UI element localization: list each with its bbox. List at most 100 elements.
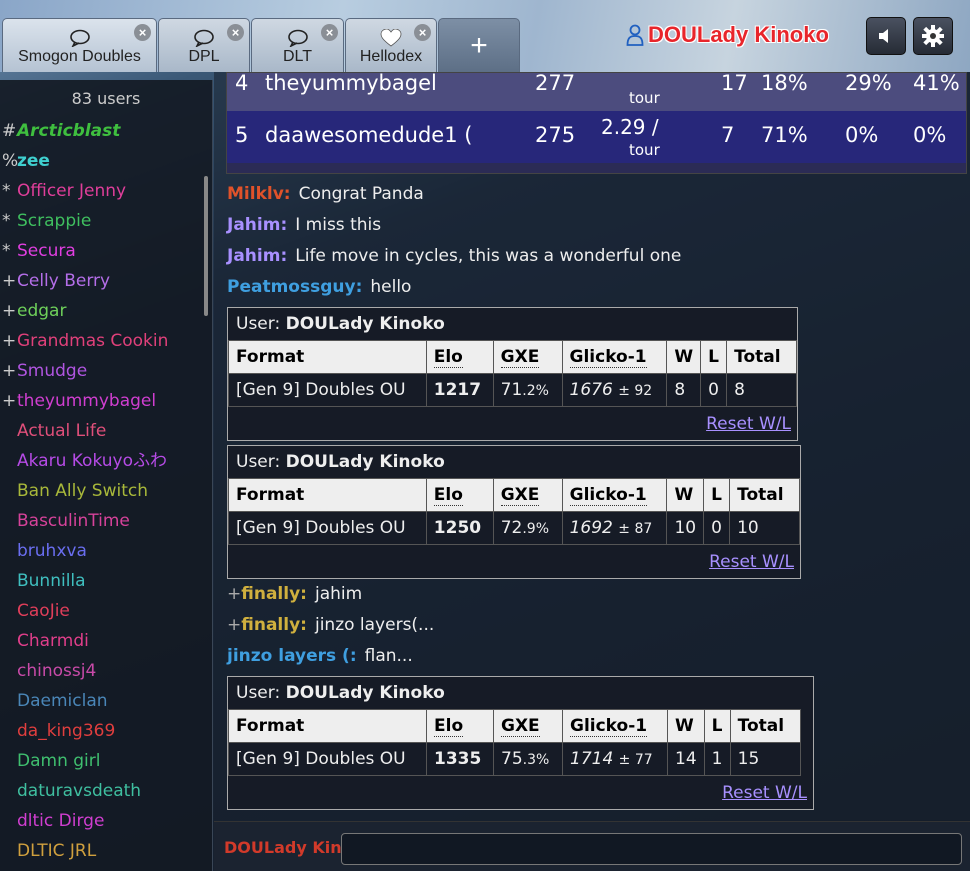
- user-name[interactable]: zee: [17, 151, 50, 171]
- user-name[interactable]: theyummybagel: [17, 391, 156, 411]
- user-name[interactable]: Bunnilla: [17, 571, 86, 591]
- user-name[interactable]: Daemiclan: [17, 691, 108, 711]
- user-name[interactable]: Ban Ally Switch: [17, 481, 148, 501]
- rank-table: Format Elo GXE Glicko-1 W L Total [Gen 9…: [228, 478, 800, 545]
- col-format: Format: [228, 709, 427, 743]
- user-name[interactable]: Akaru Kokuyoふわ: [17, 451, 167, 471]
- user-name[interactable]: CaoJie: [17, 601, 70, 621]
- user-name[interactable]: Arcticblast: [17, 121, 120, 141]
- message-author[interactable]: Peatmossguy:: [227, 277, 362, 297]
- user-list-item[interactable]: daturavsdeath: [0, 776, 212, 806]
- user-name[interactable]: Secura: [17, 241, 76, 261]
- user-list-item[interactable]: Damn girl: [0, 746, 212, 776]
- close-icon[interactable]: ×: [134, 24, 151, 41]
- user-name[interactable]: edgar: [17, 301, 66, 321]
- reset-wl-button[interactable]: Reset W/L: [722, 783, 807, 803]
- reset-wl-button[interactable]: Reset W/L: [709, 552, 794, 572]
- user-name[interactable]: daturavsdeath: [17, 781, 141, 801]
- message-author[interactable]: Milklv:: [227, 184, 291, 204]
- message-author[interactable]: Jahim:: [227, 246, 287, 266]
- user-list-item[interactable]: * Officer Jenny: [0, 176, 212, 206]
- user-list-item[interactable]: Actual Life: [0, 416, 212, 446]
- message-author[interactable]: Jahim:: [227, 215, 287, 235]
- card-username[interactable]: DOULady Kinoko: [286, 452, 445, 472]
- userlist-scrollbar[interactable]: [204, 176, 208, 316]
- col-losses: L: [700, 340, 728, 374]
- user-list-item[interactable]: Ban Ally Switch: [0, 476, 212, 506]
- chat-message: +finally: jahim: [227, 584, 362, 604]
- message-text: Life move in cycles, this was a wonderfu…: [295, 246, 682, 266]
- user-name[interactable]: chinossj4: [17, 661, 96, 681]
- user-list-item[interactable]: #Arcticblast: [0, 116, 212, 146]
- card-username[interactable]: DOULady Kinoko: [286, 314, 445, 334]
- user-name[interactable]: Grandmas Cookin: [17, 331, 168, 351]
- user-list-item[interactable]: Charmdi: [0, 626, 212, 656]
- user-list-item[interactable]: %zee: [0, 146, 212, 176]
- user-name[interactable]: da_king369: [17, 721, 115, 741]
- current-username[interactable]: DOULady Kinoko: [648, 22, 829, 48]
- settings-button[interactable]: [913, 17, 953, 55]
- user-list-item[interactable]: +edgar: [0, 296, 212, 326]
- ladder-row: 4 theyummybagel 277 tour 17 18% 29% 41%: [227, 72, 966, 111]
- user-list-item[interactable]: DLTIC JRL: [0, 836, 212, 866]
- elo-cell: 1335: [426, 742, 494, 776]
- card-footer: Reset W/L: [228, 545, 800, 578]
- user-list-item[interactable]: +Grandmas Cookin: [0, 326, 212, 356]
- user-list-item[interactable]: +Smudge: [0, 356, 212, 386]
- user-name[interactable]: dltic Dirge: [17, 811, 104, 831]
- ladder-wins: 17: [721, 72, 748, 95]
- tab-smogon-doubles[interactable]: Smogon Doubles ×: [2, 18, 157, 72]
- user-list-item[interactable]: * Secura: [0, 236, 212, 266]
- tab-hellodex[interactable]: Hellodex ×: [345, 18, 437, 72]
- user-name[interactable]: Damn girl: [17, 751, 100, 771]
- user-list[interactable]: 83 users #Arcticblast %zee * Officer Jenny *…: [0, 80, 213, 871]
- sound-button[interactable]: [866, 17, 906, 55]
- user-rank-symbol: +: [2, 391, 17, 411]
- user-list-item[interactable]: da_king369: [0, 716, 212, 746]
- col-gxe: GXE: [492, 340, 563, 374]
- ladder-username[interactable]: theyummybagel: [265, 73, 437, 95]
- user-list-item[interactable]: * Scrappie: [0, 206, 212, 236]
- user-list-item[interactable]: bruhxva: [0, 536, 212, 566]
- user-list-item[interactable]: Bunnilla: [0, 566, 212, 596]
- tab-dpl[interactable]: DPL ×: [158, 18, 250, 72]
- card-username[interactable]: DOULady Kinoko: [286, 683, 445, 703]
- message-input[interactable]: [341, 833, 962, 865]
- ladder-gxe: 2.29 /: [601, 115, 659, 139]
- user-list-item[interactable]: chinossj4: [0, 656, 212, 686]
- user-name[interactable]: bruhxva: [17, 541, 87, 561]
- user-list-item[interactable]: dltic Dirge: [0, 806, 212, 836]
- close-icon[interactable]: ×: [227, 24, 244, 41]
- user-name[interactable]: BasculinTime: [17, 511, 130, 531]
- user-name[interactable]: DLTIC JRL: [17, 841, 96, 861]
- chat-message: jinzo layers (: flan...: [227, 646, 413, 666]
- message-author[interactable]: jinzo layers (:: [227, 646, 357, 666]
- card-title: User: DOULady Kinoko: [228, 677, 813, 709]
- message-author[interactable]: +finally:: [227, 584, 307, 604]
- user-list-item[interactable]: BasculinTime: [0, 506, 212, 536]
- ladder-username[interactable]: daawesomedude1 (: [265, 123, 472, 147]
- tab-dlt[interactable]: DLT ×: [251, 18, 344, 72]
- composer-username[interactable]: DOULady Kinoko: [224, 838, 342, 857]
- user-name[interactable]: Celly Berry: [17, 271, 110, 291]
- user-list-item[interactable]: +Celly Berry: [0, 266, 212, 296]
- user-name[interactable]: Charmdi: [17, 631, 89, 651]
- col-gxe: GXE: [493, 709, 563, 743]
- user-list-item[interactable]: Daemiclan: [0, 686, 212, 716]
- add-tab-button[interactable]: +: [438, 18, 520, 72]
- user-name[interactable]: Actual Life: [17, 421, 106, 441]
- close-icon[interactable]: ×: [321, 24, 338, 41]
- reset-wl-button[interactable]: Reset W/L: [706, 414, 791, 434]
- speech-bubble-icon: [287, 29, 308, 47]
- message-author[interactable]: +finally:: [227, 615, 307, 635]
- userbar[interactable]: DOULady Kinoko: [626, 22, 829, 48]
- message-composer: DOULady Kinoko: [214, 821, 970, 871]
- user-list-item[interactable]: CaoJie: [0, 596, 212, 626]
- user-name[interactable]: Scrappie: [17, 211, 91, 231]
- chat-log[interactable]: 4 theyummybagel 277 tour 17 18% 29% 41% …: [214, 72, 970, 820]
- user-name[interactable]: Officer Jenny: [17, 181, 126, 201]
- user-list-item[interactable]: Akaru Kokuyoふわ: [0, 446, 212, 476]
- user-name[interactable]: Smudge: [17, 361, 87, 381]
- close-icon[interactable]: ×: [414, 24, 431, 41]
- user-list-item[interactable]: +theyummybagel: [0, 386, 212, 416]
